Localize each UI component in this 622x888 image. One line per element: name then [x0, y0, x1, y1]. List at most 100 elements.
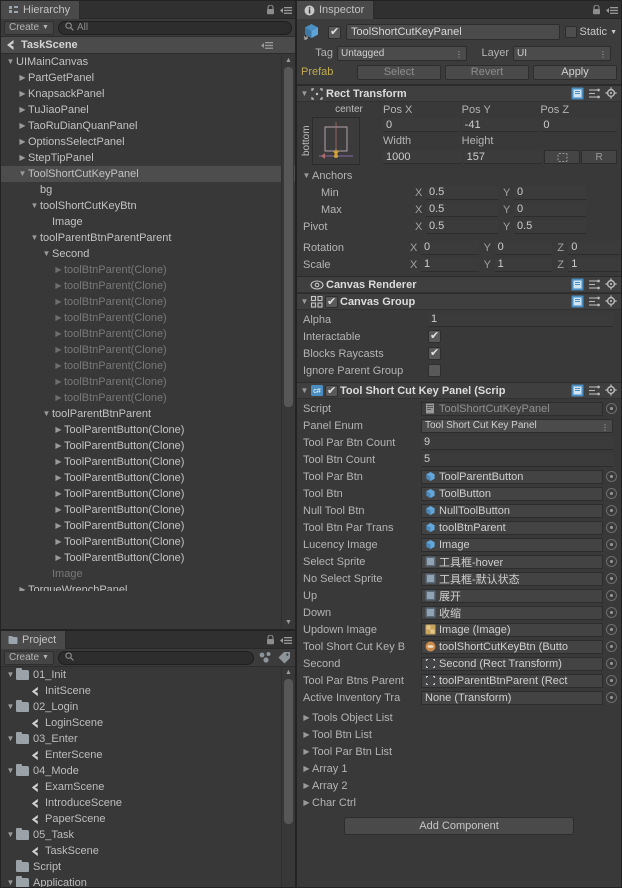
- raw-edit-mode-button[interactable]: [544, 150, 581, 164]
- foldout-arrow-icon[interactable]: [17, 102, 28, 118]
- pivot-y-input[interactable]: 0.5: [514, 219, 586, 234]
- script-field-object-reference[interactable]: toolBtnParent: [421, 520, 603, 535]
- object-picker-icon[interactable]: [606, 539, 617, 550]
- hierarchy-item[interactable]: Image: [1, 566, 295, 582]
- project-item[interactable]: LoginScene: [1, 715, 295, 731]
- script-array-foldout[interactable]: Tool Par Btn List: [297, 743, 621, 760]
- foldout-arrow-icon[interactable]: [301, 710, 312, 726]
- foldout-arrow-icon[interactable]: [17, 166, 28, 182]
- hierarchy-item[interactable]: ToolParentButton(Clone): [1, 502, 295, 518]
- project-search-input[interactable]: [57, 650, 254, 665]
- foldout-arrow-icon[interactable]: [301, 795, 312, 811]
- lock-icon[interactable]: [266, 634, 275, 645]
- hierarchy-tree[interactable]: UIMainCanvas PartGetPanel KnapsackPanel TuJ…: [1, 54, 295, 591]
- foldout-arrow-icon[interactable]: [53, 310, 64, 326]
- hierarchy-item[interactable]: ToolParentButton(Clone): [1, 470, 295, 486]
- gear-icon[interactable]: [605, 295, 618, 308]
- foldout-arrow-icon[interactable]: [5, 763, 16, 779]
- hierarchy-item[interactable]: toolBtnParent(Clone): [1, 390, 295, 406]
- hierarchy-item[interactable]: TorqueWrenchPanel: [1, 582, 295, 591]
- scroll-up-arrow[interactable]: ▲: [284, 668, 293, 677]
- tab-project[interactable]: Project: [1, 631, 67, 649]
- project-item[interactable]: 04_Mode: [1, 763, 295, 779]
- scroll-down-arrow[interactable]: ▼: [284, 618, 293, 627]
- tag-dropdown[interactable]: Untagged ⋮: [337, 45, 467, 61]
- blocks-raycasts-checkbox[interactable]: [428, 346, 441, 360]
- hierarchy-item[interactable]: toolBtnParent(Clone): [1, 310, 295, 326]
- hierarchy-item[interactable]: toolBtnParent(Clone): [1, 326, 295, 342]
- foldout-arrow-icon[interactable]: [299, 86, 310, 102]
- foldout-arrow-icon[interactable]: [53, 278, 64, 294]
- preset-icon[interactable]: [571, 384, 584, 397]
- blueprint-mode-button[interactable]: R: [581, 150, 618, 164]
- project-item[interactable]: Application: [1, 875, 295, 887]
- hierarchy-item[interactable]: PartGetPanel: [1, 70, 295, 86]
- hierarchy-item[interactable]: ToolParentButton(Clone): [1, 438, 295, 454]
- panel-menu-icon[interactable]: [280, 6, 292, 15]
- add-component-button[interactable]: Add Component: [344, 817, 574, 835]
- prefab-apply-button[interactable]: Apply: [533, 64, 617, 80]
- canvas-group-enabled-checkbox[interactable]: [325, 295, 338, 309]
- prefab-select-button[interactable]: Select: [357, 64, 441, 80]
- script-field-object-reference[interactable]: NullToolButton: [421, 503, 603, 518]
- help-icon[interactable]: [588, 87, 601, 100]
- script-field-object-reference[interactable]: Image (Image): [421, 622, 603, 637]
- foldout-arrow-icon[interactable]: [17, 150, 28, 166]
- project-item[interactable]: 05_Task: [1, 827, 295, 843]
- layer-dropdown[interactable]: UI ⋮: [513, 45, 611, 61]
- static-toggle[interactable]: Static ▼: [564, 26, 617, 38]
- object-picker-icon[interactable]: [606, 505, 617, 516]
- foldout-arrow-icon[interactable]: [5, 699, 16, 715]
- foldout-arrow-icon[interactable]: [299, 294, 310, 310]
- object-picker-icon[interactable]: [606, 675, 617, 686]
- hierarchy-item[interactable]: toolParentBtnParent: [1, 406, 295, 422]
- foldout-arrow-icon[interactable]: [301, 744, 312, 760]
- script-enabled-checkbox[interactable]: [325, 384, 338, 398]
- foldout-arrow-icon[interactable]: [53, 374, 64, 390]
- hierarchy-item[interactable]: OptionsSelectPanel: [1, 134, 295, 150]
- scale-y-input[interactable]: 1: [494, 257, 553, 272]
- foldout-arrow-icon[interactable]: [41, 406, 52, 422]
- foldout-arrow-icon[interactable]: [53, 422, 64, 438]
- hierarchy-item[interactable]: toolBtnParent(Clone): [1, 278, 295, 294]
- project-scrollbar-thumb[interactable]: [284, 679, 293, 824]
- anchor-max-y-input[interactable]: 0: [514, 202, 586, 217]
- foldout-arrow-icon[interactable]: [5, 875, 16, 887]
- panel-menu-icon[interactable]: [606, 6, 618, 15]
- hierarchy-create-button[interactable]: Create ▼: [4, 20, 54, 35]
- ignore-parent-group-checkbox[interactable]: [428, 364, 441, 377]
- hierarchy-item[interactable]: ToolParentButton(Clone): [1, 422, 295, 438]
- hierarchy-item[interactable]: KnapsackPanel: [1, 86, 295, 102]
- component-header-tool-short-cut-key-panel[interactable]: c# Tool Short Cut Key Panel (Scrip: [297, 382, 621, 399]
- script-array-foldout[interactable]: Array 2: [297, 777, 621, 794]
- anchor-max-x-input[interactable]: 0.5: [426, 202, 498, 217]
- lock-icon[interactable]: [592, 4, 601, 15]
- project-item[interactable]: 02_Login: [1, 699, 295, 715]
- object-picker-icon[interactable]: [606, 488, 617, 499]
- help-icon[interactable]: [588, 295, 601, 308]
- hierarchy-item[interactable]: ToolParentButton(Clone): [1, 550, 295, 566]
- rotation-y-input[interactable]: 0: [494, 240, 553, 255]
- foldout-arrow-icon[interactable]: [17, 118, 28, 134]
- project-scrollbar[interactable]: ▲: [281, 667, 294, 887]
- foldout-arrow-icon[interactable]: [299, 383, 310, 399]
- script-field-number-input[interactable]: 9: [421, 435, 613, 450]
- hierarchy-item[interactable]: toolBtnParent(Clone): [1, 294, 295, 310]
- hierarchy-item[interactable]: Second: [1, 246, 295, 262]
- foldout-arrow-icon[interactable]: [29, 230, 40, 246]
- foldout-arrow-icon[interactable]: [5, 827, 16, 843]
- foldout-arrow-icon[interactable]: [53, 486, 64, 502]
- hierarchy-search-input[interactable]: All: [57, 20, 292, 35]
- static-checkbox[interactable]: [564, 26, 577, 38]
- hierarchy-item[interactable]: toolShortCutKeyBtn: [1, 198, 295, 214]
- component-header-canvas-group[interactable]: Canvas Group: [297, 293, 621, 310]
- pivot-x-input[interactable]: 0.5: [426, 219, 498, 234]
- scale-z-input[interactable]: 1: [568, 257, 621, 272]
- hierarchy-item[interactable]: Image: [1, 214, 295, 230]
- gameobject-name-input[interactable]: ToolShortCutKeyPanel: [346, 24, 560, 40]
- foldout-arrow-icon[interactable]: [53, 550, 64, 566]
- foldout-arrow-icon[interactable]: [53, 470, 64, 486]
- hierarchy-item[interactable]: TuJiaoPanel: [1, 102, 295, 118]
- hierarchy-item[interactable]: ToolParentButton(Clone): [1, 518, 295, 534]
- foldout-arrow-icon[interactable]: [53, 262, 64, 278]
